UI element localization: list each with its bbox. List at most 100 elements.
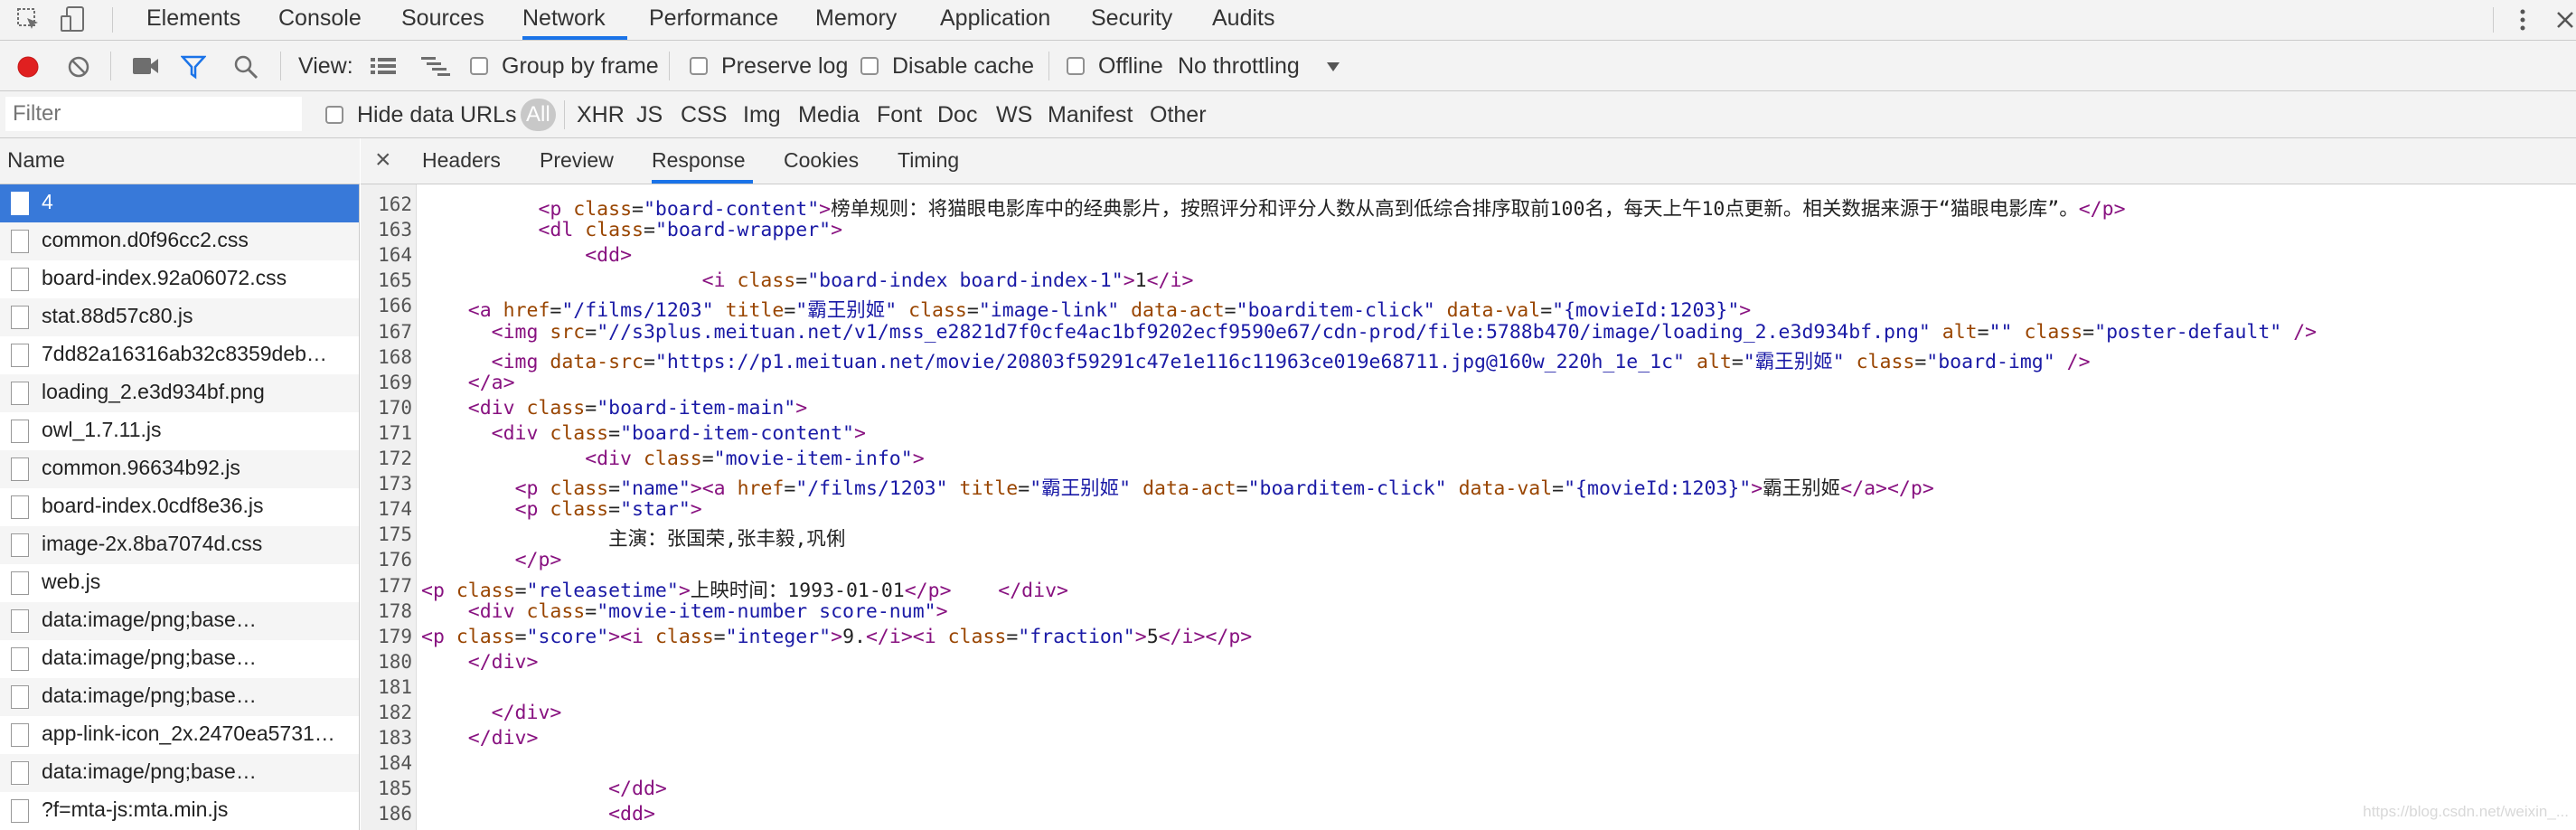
watermark: https://blog.csdn.net/weixin_... <box>2363 803 2569 820</box>
line-number: 180 <box>378 650 412 673</box>
line-number: 165 <box>378 269 412 292</box>
request-row[interactable]: web.js <box>0 564 359 602</box>
tab-console[interactable]: Console <box>277 0 363 40</box>
chevron-down-icon[interactable] <box>1325 61 1341 73</box>
request-name: web.js <box>42 570 101 593</box>
request-row[interactable]: common.d0f96cc2.css <box>0 222 359 260</box>
request-row[interactable]: image-2x.8ba7074d.css <box>0 526 359 564</box>
code-line: <div class="board-item-content"> <box>491 421 866 445</box>
type-filter-other[interactable]: Other <box>1150 101 1207 128</box>
request-name: loading_2.e3d934bf.png <box>42 380 265 403</box>
type-filter-manifest[interactable]: Manifest <box>1048 101 1133 128</box>
group-by-frame-checkbox[interactable] <box>470 57 488 75</box>
tab-security[interactable]: Security <box>1089 0 1174 40</box>
line-number: 172 <box>378 448 412 469</box>
request-row[interactable]: loading_2.e3d934bf.png <box>0 374 359 412</box>
request-row[interactable]: ?f=mta-js:mta.min.js <box>0 792 359 830</box>
line-number: 164 <box>378 244 412 267</box>
request-row[interactable]: 4 <box>0 184 359 222</box>
type-filter-img[interactable]: Img <box>743 101 781 128</box>
request-name: common.96634b92.js <box>42 456 240 479</box>
type-filter-ws[interactable]: WS <box>996 101 1032 128</box>
preserve-log-checkbox[interactable] <box>690 57 708 75</box>
file-icon <box>11 609 29 633</box>
type-filter-doc[interactable]: Doc <box>937 101 977 128</box>
code-line: <p class="releasetime">上映时间：1993-01-01</… <box>421 579 1068 602</box>
throttling-select[interactable]: No throttling <box>1178 52 1300 80</box>
tab-memory[interactable]: Memory <box>813 0 898 40</box>
request-name: common.d0f96cc2.css <box>42 228 249 251</box>
code-line: <dd> <box>608 803 655 826</box>
request-name: owl_1.7.11.js <box>42 418 162 441</box>
file-icon <box>11 761 29 785</box>
request-row[interactable]: owl_1.7.11.js <box>0 412 359 450</box>
file-icon <box>11 647 29 671</box>
tab-elements[interactable]: Elements <box>145 0 242 40</box>
record-button[interactable] <box>16 55 40 79</box>
name-column-header[interactable]: Name <box>7 147 65 174</box>
request-row[interactable]: stat.88d57c80.js <box>0 298 359 336</box>
tab-cookies[interactable]: Cookies <box>784 138 859 184</box>
filter-icon[interactable] <box>180 54 207 80</box>
code-line: </a> <box>467 371 515 394</box>
type-filter-media[interactable]: Media <box>798 101 860 128</box>
request-name: board-index.92a06072.css <box>42 266 287 289</box>
code-line: <p class="name"><a href="/films/1203" ti… <box>514 477 1934 501</box>
tab-audits[interactable]: Audits <box>1210 0 1276 40</box>
file-icon <box>11 571 29 595</box>
request-row[interactable]: app-link-icon_2x.2470ea5731… <box>0 716 359 754</box>
hide-data-urls-checkbox[interactable] <box>325 106 343 124</box>
request-row[interactable]: data:image/png;base… <box>0 678 359 716</box>
tab-network[interactable]: Network <box>522 0 627 40</box>
code-line: <div class="movie-item-info"> <box>585 448 925 470</box>
offline-checkbox[interactable] <box>1067 57 1085 75</box>
tab-application[interactable]: Application <box>938 0 1052 40</box>
waterfall-overview-icon[interactable] <box>421 56 450 76</box>
disable-cache-checkbox[interactable] <box>860 57 879 75</box>
request-row[interactable]: board-index.0cdf8e36.js <box>0 488 359 526</box>
type-filter-all[interactable]: All <box>521 99 556 131</box>
screenshot-camera-icon[interactable] <box>132 55 159 77</box>
group-by-frame-label: Group by frame <box>502 53 659 79</box>
type-filter-font[interactable]: Font <box>877 101 922 128</box>
clear-button[interactable] <box>67 55 90 79</box>
line-number: 181 <box>378 675 412 698</box>
more-options-icon[interactable] <box>2518 7 2527 33</box>
code-line: <div class="board-item-main"> <box>467 396 808 420</box>
type-filter-xhr[interactable]: XHR <box>577 101 625 128</box>
file-icon <box>11 268 29 291</box>
type-filter-js[interactable]: JS <box>636 101 663 128</box>
tab-preview[interactable]: Preview <box>540 138 614 184</box>
line-number: 179 <box>378 625 412 647</box>
tab-headers[interactable]: Headers <box>422 138 501 184</box>
search-icon[interactable] <box>233 54 259 80</box>
request-name: data:image/png;base… <box>42 608 257 631</box>
file-icon <box>11 192 29 215</box>
tab-performance[interactable]: Performance <box>647 0 780 40</box>
large-rows-icon[interactable] <box>371 56 396 76</box>
type-filter-css[interactable]: CSS <box>681 101 727 128</box>
line-number: 162 <box>378 193 412 215</box>
request-row[interactable]: data:image/png;base… <box>0 602 359 640</box>
code-line: <a href="/films/1203" title="霸王别姬" class… <box>467 299 1752 323</box>
device-toolbar-icon[interactable] <box>60 5 87 34</box>
file-icon <box>11 382 29 405</box>
request-row[interactable]: 7dd82a16316ab32c8359deb… <box>0 336 359 374</box>
tab-timing[interactable]: Timing <box>898 138 959 184</box>
filter-input[interactable] <box>5 97 302 131</box>
request-name: stat.88d57c80.js <box>42 304 193 327</box>
code-line: </div> <box>467 650 539 674</box>
request-row[interactable]: common.96634b92.js <box>0 450 359 488</box>
tab-response[interactable]: Response <box>652 138 753 184</box>
close-devtools-icon[interactable] <box>2554 7 2576 33</box>
line-number: 184 <box>378 752 412 775</box>
request-row[interactable]: board-index.92a06072.css <box>0 260 359 298</box>
request-list-header[interactable]: Name <box>0 138 360 184</box>
request-row[interactable]: data:image/png;base… <box>0 754 359 792</box>
close-detail-button[interactable]: × <box>375 138 391 184</box>
tab-sources[interactable]: Sources <box>400 0 486 40</box>
request-row[interactable]: data:image/png;base… <box>0 640 359 678</box>
code-line: <p class="score"><i class="integer">9.</… <box>421 625 1253 648</box>
inspect-element-icon[interactable] <box>16 7 42 33</box>
line-number: 167 <box>378 320 412 343</box>
